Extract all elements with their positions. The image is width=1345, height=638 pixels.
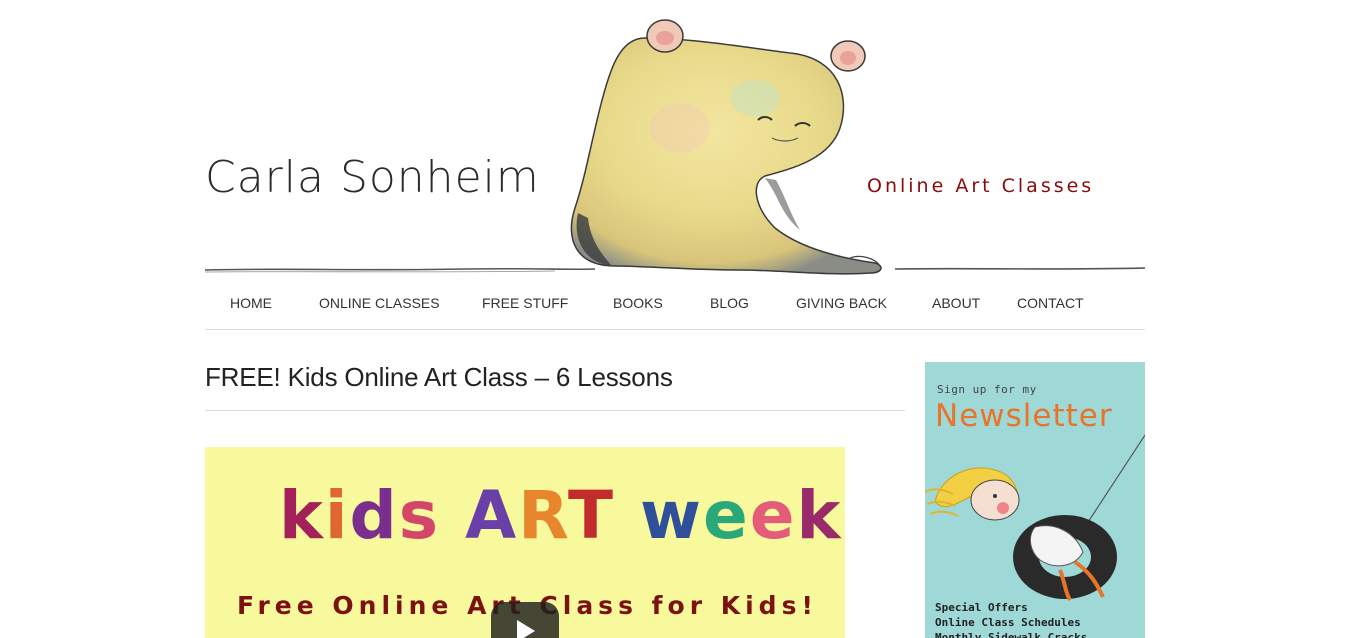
nav-item-about[interactable]: ABOUT: [932, 295, 980, 311]
ground-line: [205, 267, 1145, 273]
newsletter-title: Newsletter: [935, 398, 1113, 434]
video-title-kids-art-week: kids ART week: [279, 477, 842, 554]
site-header: Carla Sonheim Online Art Classes: [205, 0, 1145, 292]
video-title-letter: e: [703, 477, 750, 554]
girl-on-tire-swing-illustration: [925, 433, 1145, 602]
play-button[interactable]: [491, 602, 559, 638]
bear-illustration: [570, 19, 882, 275]
video-title-letter: w: [640, 477, 704, 554]
newsletter-benefits-list: Special Offers Online Class Schedules Mo…: [935, 600, 1087, 638]
nav-item-free-stuff[interactable]: FREE STUFF: [482, 295, 568, 311]
video-title-letter: k: [279, 477, 325, 554]
nav-item-contact[interactable]: CONTACT: [1017, 295, 1084, 311]
site-wrapper: Carla Sonheim Online Art Classes HOME ON…: [205, 0, 1145, 638]
nav-item-online-classes[interactable]: ONLINE CLASSES: [319, 295, 440, 311]
video-title-letter: i: [324, 477, 350, 554]
video-title-letter: e: [749, 477, 797, 554]
site-title[interactable]: Carla Sonheim: [205, 152, 540, 203]
nav-item-books[interactable]: BOOKS: [613, 295, 663, 311]
video-title-letter: R: [518, 477, 569, 554]
list-item: Monthly Sidewalk Cracks: [935, 631, 1088, 638]
main-content: FREE! Kids Online Art Class – 6 Lessons …: [205, 362, 905, 638]
video-title-letter: A: [465, 477, 519, 554]
main-navigation: HOME ONLINE CLASSES FREE STUFF BOOKS BLO…: [205, 284, 1145, 330]
video-title-letter: T: [568, 477, 616, 554]
play-icon: [517, 620, 535, 638]
list-item: Online Class Schedules: [935, 616, 1081, 629]
video-title-letter: k: [796, 477, 843, 554]
nav-item-home[interactable]: HOME: [230, 295, 272, 311]
nav-item-blog[interactable]: BLOG: [710, 295, 749, 311]
video-title-letter: [615, 477, 640, 554]
video-embed[interactable]: kids ART week Free Online Art Class for …: [205, 447, 845, 638]
site-tagline: Online Art Classes: [867, 175, 1095, 197]
newsletter-signup-banner[interactable]: Sign up for my Newsletter Special Offers…: [925, 362, 1145, 638]
list-item: Special Offers: [935, 601, 1028, 614]
post-title[interactable]: FREE! Kids Online Art Class – 6 Lessons: [205, 362, 905, 411]
video-title-letter: [440, 477, 465, 554]
video-title-letter: d: [349, 477, 399, 554]
newsletter-intro: Sign up for my: [937, 383, 1037, 396]
video-title-letter: s: [398, 477, 441, 554]
nav-item-giving-back[interactable]: GIVING BACK: [796, 295, 887, 311]
